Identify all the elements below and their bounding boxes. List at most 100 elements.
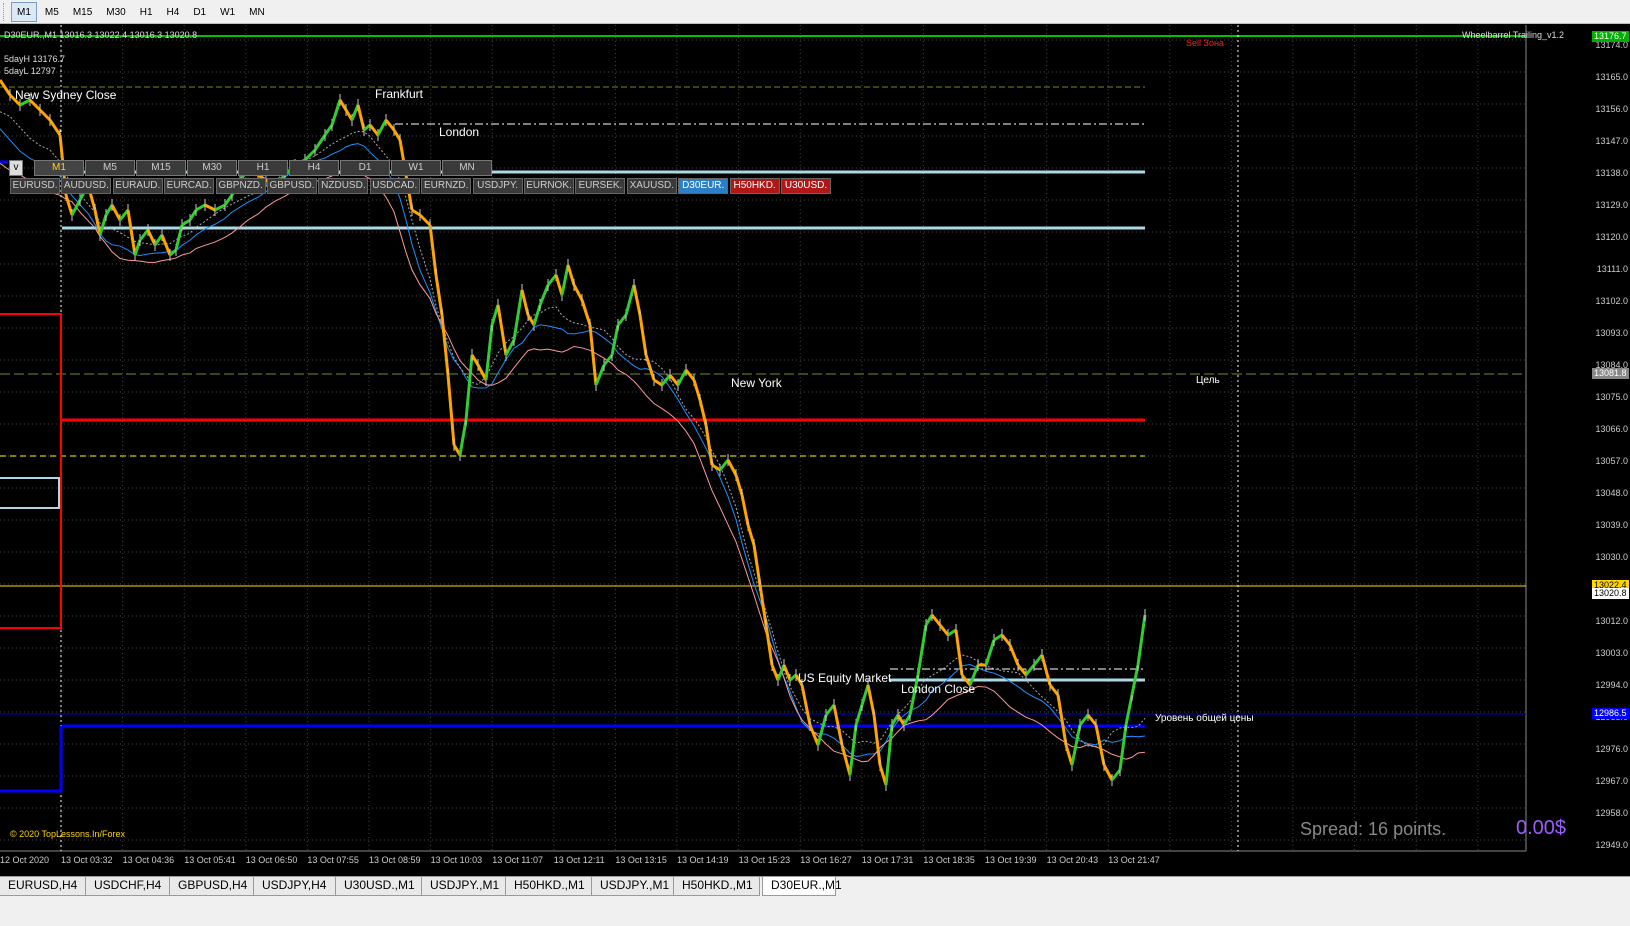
panel-tf-h1-button[interactable]: H1	[238, 160, 288, 176]
timeframe-h1-button[interactable]: H1	[134, 2, 159, 22]
candle-segment	[746, 524, 756, 546]
symbol-button[interactable]: GBPNZD.	[215, 178, 266, 194]
moving-average-blue	[0, 128, 1146, 757]
price-axis-label: 13129.0	[1595, 200, 1628, 210]
chart-tab[interactable]: USDCHF,H4	[86, 877, 170, 896]
price-chart[interactable]: D30EUR.,M1 13016.3 13022.4 13016.3 13020…	[0, 25, 1630, 876]
symbol-button[interactable]: XAUUSD.	[626, 178, 677, 194]
candle-segment	[223, 194, 234, 206]
symbol-button[interactable]: EURUSD.	[10, 178, 60, 194]
candle-segment	[668, 374, 680, 386]
timeframe-w1-button[interactable]: W1	[214, 2, 241, 22]
timeframe-m5-button[interactable]: M5	[39, 2, 65, 22]
chart-tab[interactable]: H50HKD.,M1	[674, 877, 760, 896]
candle-segment	[376, 119, 388, 136]
time-axis-label: 13 Oct 05:41	[184, 855, 236, 865]
candle-segment	[993, 633, 1003, 642]
symbol-button[interactable]: EURCAD.	[164, 178, 215, 194]
candle-segment	[866, 684, 876, 716]
target-label: Цель	[1196, 375, 1220, 386]
copyright-text: © 2020 TopLessons.In/Forex	[10, 829, 126, 839]
symbol-button[interactable]: H50HKD.	[729, 178, 780, 194]
panel-tf-d1-button[interactable]: D1	[340, 160, 390, 176]
candle-segment	[692, 379, 702, 401]
candle-segment	[632, 284, 642, 316]
candle-segment	[624, 284, 636, 316]
candle-segment	[153, 234, 164, 246]
symbol-button[interactable]: EURNZD.	[421, 178, 472, 194]
level-label: Уровень общей цены	[1155, 713, 1254, 724]
panel-tf-m5-button[interactable]: M5	[85, 160, 135, 176]
symbol-button[interactable]: NZDUSD.	[318, 178, 369, 194]
candle-segment	[1086, 714, 1098, 726]
symbol-button[interactable]: USDJPY.	[472, 178, 523, 194]
price-axis-label: 13048.0	[1595, 488, 1628, 498]
time-axis-label: 13 Oct 15:23	[738, 855, 791, 865]
candle-segment	[684, 369, 696, 381]
price-axis-label: 13147.0	[1595, 136, 1628, 146]
candle-segment	[560, 264, 570, 296]
panel-toggle[interactable]: v	[9, 160, 23, 176]
time-axis-label: 13 Oct 07:55	[307, 855, 359, 865]
candle-segment	[496, 304, 508, 356]
candle-segment	[594, 364, 606, 386]
symbol-button[interactable]: GBPUSD.	[267, 178, 317, 194]
panel-tf-w1-button[interactable]: W1	[391, 160, 441, 176]
candle-segment	[1048, 684, 1060, 696]
candle-segment	[1070, 724, 1082, 766]
moving-average-dotted	[0, 111, 1146, 748]
panel-tf-m1-button[interactable]: M1	[34, 160, 84, 176]
panel-tf-h4-button[interactable]: H4	[289, 160, 339, 176]
candle-segment	[1000, 634, 1012, 646]
chart-tab[interactable]: GBPUSD,H4	[170, 877, 254, 896]
chart-tab[interactable]: USDJPY.,M1	[422, 877, 506, 896]
timeframe-h4-button[interactable]: H4	[161, 2, 186, 22]
time-axis-label: 13 Oct 12:11	[553, 855, 605, 865]
candle-segment	[464, 354, 474, 421]
chart-tab[interactable]: D30EUR.,M1	[762, 877, 842, 896]
chart-tab[interactable]: U30USD.,M1	[336, 877, 422, 896]
chart-canvas[interactable]	[0, 25, 1630, 876]
time-axis-label: 13 Oct 18:35	[923, 855, 975, 865]
time-axis-label: 13 Oct 13:15	[615, 855, 667, 865]
session-ny-sydney-close: New Sydney Close	[15, 88, 117, 102]
price-axis-label: 13093.0	[1595, 328, 1628, 338]
symbol-button[interactable]: EURAUD.	[112, 178, 163, 194]
price-axis-label: 13039.0	[1595, 520, 1628, 530]
timeframe-d1-button[interactable]: D1	[187, 2, 212, 22]
price-axis-label: 12949.0	[1595, 840, 1628, 850]
candle-segment	[538, 284, 550, 306]
symbol-button[interactable]: EURNOK.	[524, 178, 574, 194]
price-axis-label: 13138.0	[1595, 168, 1628, 178]
chart-tab[interactable]: H50HKD.,M1	[506, 877, 592, 896]
candle-segment	[566, 264, 576, 286]
symbol-button[interactable]: USDCAD.	[369, 178, 420, 194]
chart-tab[interactable]: USDJPY,H4	[254, 877, 336, 896]
panel-tf-m30-button[interactable]: M30	[187, 160, 237, 176]
price-tag-current: 13020.8	[1592, 588, 1629, 599]
indicator-name: Wheelbarrel Trailing_v1.2	[1462, 30, 1565, 40]
symbol-button[interactable]: D30EUR.	[678, 178, 729, 194]
price-tag-level: 12986.5	[1592, 708, 1629, 719]
timeframe-m30-button[interactable]: M30	[100, 2, 131, 22]
panel-tf-mn-button[interactable]: MN	[442, 160, 492, 176]
candle-segment	[204, 203, 216, 212]
symbol-button[interactable]: EURSEK.	[575, 178, 626, 194]
candle-segment	[458, 419, 468, 456]
timeframe-m1-button[interactable]: M1	[11, 1, 37, 22]
timeframe-m15-button[interactable]: M15	[67, 2, 98, 22]
candle-segment	[1078, 714, 1090, 726]
symbol-button[interactable]: AUDUSD.	[61, 178, 112, 194]
timeframe-mn-button[interactable]: MN	[243, 2, 271, 22]
time-axis-label: 13 Oct 21:47	[1108, 855, 1160, 865]
price-axis-label: 13030.0	[1595, 552, 1628, 562]
symbol-button[interactable]: U30USD.	[781, 178, 831, 194]
candle-segment	[890, 714, 900, 726]
chart-tab[interactable]: USDJPY.,M1	[592, 877, 674, 896]
price-axis-label: 13102.0	[1595, 296, 1628, 306]
chart-tab[interactable]: EURUSD,H4	[0, 877, 86, 896]
candle-segment	[676, 369, 688, 386]
price-axis-label: 13057.0	[1595, 456, 1628, 466]
session-frankfurt: Frankfurt	[375, 87, 424, 101]
panel-tf-m15-button[interactable]: M15	[136, 160, 186, 176]
